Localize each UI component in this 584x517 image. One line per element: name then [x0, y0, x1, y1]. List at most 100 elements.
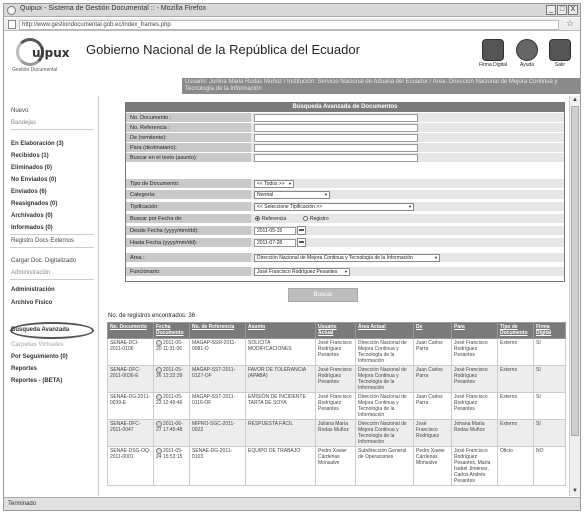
funcionario-select[interactable]: José Francisco Rodríguez Pesantes [254, 268, 350, 276]
bookmark-star-icon[interactable]: ☆ [566, 18, 574, 29]
nav-item-carpetas-virtuales[interactable]: Carpetas Virtuales [11, 342, 64, 348]
table-row[interactable]: SENAE-DSG-OQ-2011-0001 2011-05-24 15:53:… [107, 446, 566, 486]
nav-item-reasignados[interactable]: Reasignados (0) [11, 201, 57, 207]
cell-no-referencia: MAGAP-SST-2011-0127-OF [189, 365, 246, 393]
search-row: Funcionario: José Francisco Rodríguez Pe… [126, 267, 564, 277]
cell-area-actual: Dirección Nacional de Mejora Continua y … [355, 338, 414, 366]
radio-referencia-label: Referencia [262, 216, 287, 222]
col-tipo-documento[interactable]: Tipo de Documento [497, 322, 534, 339]
col-para[interactable]: Para [451, 322, 498, 339]
nav-item-por-seguimiento[interactable]: Por Seguimiento (0) [11, 354, 68, 360]
no-referencia-input[interactable] [254, 124, 418, 132]
scroll-up-icon[interactable]: ▲ [570, 96, 580, 105]
quipux-logo: uipux Gestión Documental [10, 36, 80, 74]
cell-no-documento[interactable]: SENAE-DFC-2011-0036-E [107, 365, 154, 393]
search-row: Buscar por Fecha de: Referencia Registro [126, 214, 564, 224]
browser-icon [7, 6, 16, 15]
nav-divider [10, 234, 94, 235]
cell-fecha[interactable]: 2011-05-26 12:22:39 [153, 365, 190, 393]
nav-divider [10, 129, 94, 130]
nav-section-bandejas: Bandejas [11, 120, 37, 126]
radio-registro-label: Registro [310, 216, 329, 222]
maximize-button[interactable]: □ [557, 5, 567, 15]
scroll-down-icon[interactable]: ▼ [570, 487, 580, 496]
calendar-icon[interactable] [297, 226, 306, 235]
cell-fecha[interactable]: 2011-06-27 17:45:48 [153, 419, 190, 447]
table-row[interactable]: SENAE-DCI-2011-0106 2011-06-20 11:31:06 … [107, 338, 566, 366]
categoria-select[interactable]: Normal [254, 191, 330, 199]
search-row: Tipificación: << Seleccione Tipificación… [126, 202, 564, 212]
nav-item-informados[interactable]: Informados (0) [11, 225, 53, 231]
nav-item-busqueda-avanzada[interactable]: Búsqueda Avanzada [11, 327, 69, 333]
cell-fecha[interactable]: 2011-06-20 11:31:06 [153, 338, 190, 366]
cell-no-documento[interactable]: SENAE-DG-2011-0039-E [107, 392, 154, 420]
table-row[interactable]: SENAE-DG-2011-0039-E 2011-05-23 12:49:46… [107, 392, 566, 420]
help-button[interactable]: Ayuda [512, 39, 542, 69]
nav-item-eliminados[interactable]: Eliminados (0) [11, 165, 52, 171]
cell-fecha[interactable]: 2011-05-23 12:49:46 [153, 392, 190, 420]
cell-usuario-actual: Juliana María Rodas Muñoz [315, 419, 356, 447]
hasta-fecha-input[interactable]: 2011-07-28 [254, 239, 296, 247]
exit-button[interactable]: Salir [545, 39, 575, 69]
nav-item-enviados[interactable]: Enviados (6) [11, 189, 47, 195]
col-usuario-actual[interactable]: Usuario Actual [315, 322, 356, 339]
col-firma-digital[interactable]: Firma Digital [533, 322, 566, 339]
cell-area-actual: Dirección Nacional de Mejora Continua y … [355, 392, 414, 420]
tipificacion-select[interactable]: << Seleccione Tipificación >> [254, 203, 414, 211]
nav-item-reportes[interactable]: Reportes [11, 366, 37, 372]
nav-item-recibidos[interactable]: Recibidos (1) [11, 153, 49, 159]
destinatario-input[interactable] [254, 144, 418, 152]
nav-item-archivo-fisico[interactable]: Archivo Físico [11, 300, 52, 306]
cell-no-documento[interactable]: SENAE-DSG-OQ-2011-0001 [107, 446, 154, 486]
cell-firma: SI [533, 392, 566, 420]
cell-no-referencia: SENAE-DG-2011-0103 [189, 446, 246, 486]
nav-item-nuevo[interactable]: Nuevo [11, 108, 28, 114]
desde-fecha-input[interactable]: 2011-05-15 [254, 227, 296, 235]
cell-firma: SI [533, 365, 566, 393]
col-fecha-documento[interactable]: Fecha Documento [153, 322, 190, 339]
cell-para: José Francisco Rodríguez Pesantes, María… [451, 446, 498, 486]
table-row[interactable]: SENAE-DFC-2011-0047 2011-06-27 17:45:48 … [107, 419, 566, 447]
field-label: Buscar por Fecha de: [126, 214, 251, 224]
col-de[interactable]: De [413, 322, 452, 339]
cell-de: Juan Carlos Parra [413, 392, 452, 420]
col-asunto[interactable]: Asunto [245, 322, 316, 339]
cell-asunto: EQUIPO DE TRABAJO [245, 446, 316, 486]
nav-item-archivados[interactable]: Archivados (0) [11, 213, 53, 219]
field-label: Funcionario: [126, 267, 251, 277]
url-field[interactable]: http://www.gestiondocumental.gob.ec/inde… [19, 20, 559, 30]
asunto-input[interactable] [254, 154, 418, 162]
cell-no-referencia: MAGAP-SSR-2011-0081-O [189, 338, 246, 366]
table-row[interactable]: SENAE-DFC-2011-0036-E 2011-05-26 12:22:3… [107, 365, 566, 393]
calendar-icon[interactable] [297, 238, 306, 247]
nav-item-en-elaboracion[interactable]: En Elaboración (3) [11, 141, 64, 147]
tipo-documento-select[interactable]: << Todos >> [254, 180, 294, 188]
vertical-scrollbar[interactable]: ▲ ▼ [569, 96, 580, 496]
col-area-actual[interactable]: Área Actual [355, 322, 414, 339]
minimize-button[interactable]: _ [546, 5, 556, 15]
firma-digital-button[interactable]: Firma Digital [478, 39, 508, 69]
col-no-referencia[interactable]: No. de Referencia [189, 322, 246, 339]
nav-item-cargar-doc[interactable]: Cargar Doc. Digitalizado [11, 258, 76, 264]
cell-no-documento[interactable]: SENAE-DCI-2011-0106 [107, 338, 154, 366]
close-button[interactable]: X [568, 5, 578, 15]
cell-para: Johana María Rodas Muñoz [451, 419, 498, 447]
cell-fecha[interactable]: 2011-05-24 15:53:15 [153, 446, 190, 486]
buscar-button[interactable]: Buscar [288, 288, 358, 302]
radio-registro[interactable]: Registro [303, 215, 329, 223]
nav-item-administracion[interactable]: Administración [11, 287, 55, 293]
field-label: De (remitente): [126, 133, 251, 143]
nav-item-no-enviados[interactable]: No Enviados (0) [11, 177, 56, 183]
exit-icon [549, 39, 571, 61]
no-documento-input[interactable] [254, 114, 418, 122]
scroll-thumb[interactable] [571, 106, 579, 436]
col-no-documento[interactable]: No. Documento [107, 322, 154, 339]
nav-item-registro-docs-externos[interactable]: Registro Docs Externos [11, 238, 74, 244]
radio-referencia[interactable]: Referencia [255, 215, 286, 223]
remitente-input[interactable] [254, 134, 418, 142]
nav-item-reportes-beta[interactable]: Reportes - (BETA) [11, 378, 62, 384]
cell-no-documento[interactable]: SENAE-DFC-2011-0047 [107, 419, 154, 447]
area-select[interactable]: Dirección Nacional de Mejora Continua y … [254, 254, 440, 262]
cell-area-actual: Subdirección General de Operaciones [355, 446, 414, 486]
page-title: Gobierno Nacional de la República del Ec… [86, 42, 360, 57]
